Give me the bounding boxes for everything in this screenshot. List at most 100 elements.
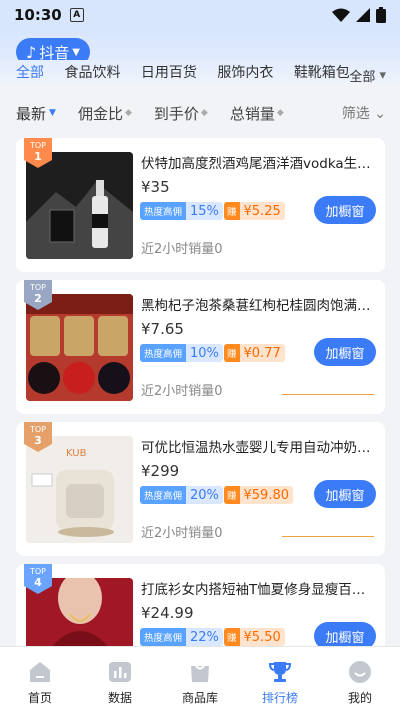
sim-icon: A xyxy=(69,8,84,22)
product-image xyxy=(26,152,133,259)
tab-data[interactable]: 数据 xyxy=(80,647,160,712)
category-tab[interactable]: 服饰内衣 xyxy=(217,62,273,82)
chevron-down-icon: ▼ xyxy=(72,46,80,58)
add-to-showcase-button[interactable]: 加橱窗 xyxy=(314,338,376,366)
rank-label: TOP xyxy=(29,141,46,150)
filter-label: 筛选 xyxy=(341,106,370,122)
tiktok-icon: ♪ xyxy=(26,42,37,62)
product-title: 可优比恒温热水壶婴儿专用自动冲奶机台式 xyxy=(141,440,377,456)
product-card[interactable]: TOP 1 伏特加高度烈酒鸡尾酒洋酒vodka生命之水 ¥35 热度高佣 15% … xyxy=(16,138,385,272)
sort-arrow-icon: ▼ xyxy=(49,108,56,118)
recent-sales: 近2小时销量0 xyxy=(141,242,223,257)
product-price: ¥24.99 xyxy=(141,604,194,622)
earn-tag: 赚 ¥0.77 xyxy=(224,344,285,362)
bottom-tab-bar: 首页 数据 商品库 排行榜 我的 xyxy=(0,646,400,712)
signal-icon xyxy=(356,8,370,22)
category-tab[interactable]: 食品饮料 xyxy=(64,62,120,82)
rank-badge: TOP 2 xyxy=(24,280,52,310)
sort-arrival-price[interactable]: 到手价 ◆ xyxy=(154,103,208,124)
sort-latest-label: 最新 xyxy=(16,104,47,123)
rank-number: 1 xyxy=(34,150,42,163)
svg-text:KUB: KUB xyxy=(66,448,87,459)
commission-tag: 热度高佣 15% xyxy=(140,202,223,220)
battery-icon xyxy=(376,7,386,23)
product-card[interactable]: TOP 4 打底衫女内搭短袖T恤夏修身显瘦百搭女装 ¥24.99 热度高佣 22%… xyxy=(16,564,385,654)
earn-tag-label: 赚 xyxy=(224,344,240,362)
sort-bar: 最新 ▼ 佣金比 ◆ 到手价 ◆ 总销量 ◆ 筛选 ⌄ xyxy=(0,92,400,134)
product-title: 伏特加高度烈酒鸡尾酒洋酒vodka生命之水 xyxy=(141,156,377,172)
tab-home[interactable]: 首页 xyxy=(0,647,80,712)
commission-rate: 15% xyxy=(190,203,219,219)
earn-amount: ¥0.77 xyxy=(243,345,281,361)
product-image: KUB xyxy=(26,436,133,543)
product-title: 黑枸杞子泡茶桑葚红枸杞桂圆肉饱满晾晒 xyxy=(141,298,377,314)
commission-tag: 热度高佣 10% xyxy=(140,344,223,362)
earn-tag: 赚 ¥59.80 xyxy=(224,486,294,504)
earn-amount: ¥5.50 xyxy=(243,629,281,645)
sort-toggle-icon: ◆ xyxy=(276,108,284,118)
sort-toggle-icon: ◆ xyxy=(200,108,208,118)
sort-commission-label: 佣金比 xyxy=(77,104,123,123)
rank-number: 3 xyxy=(34,434,42,447)
bag-icon xyxy=(187,659,213,685)
smile-icon xyxy=(347,659,373,685)
sort-total-sales[interactable]: 总销量 ◆ xyxy=(230,103,284,124)
rank-badge: TOP 3 xyxy=(24,422,52,452)
filter-button[interactable]: 筛选 ⌄ xyxy=(342,103,386,123)
tab-data-label: 数据 xyxy=(107,691,132,705)
earn-tag-label: 赚 xyxy=(224,202,240,220)
rank-label: TOP xyxy=(29,425,46,434)
commission-rate: 10% xyxy=(190,345,219,361)
sort-sales-label: 总销量 xyxy=(229,104,275,123)
wifi-icon xyxy=(332,8,350,22)
product-price: ¥35 xyxy=(141,178,170,196)
rank-number: 2 xyxy=(34,292,42,305)
sales-progress-line xyxy=(282,536,374,537)
recent-sales: 近2小时销量0 xyxy=(141,526,223,541)
commission-tag-label: 热度高佣 xyxy=(140,486,187,504)
earn-amount: ¥5.25 xyxy=(243,203,281,219)
status-time: 10:30 xyxy=(14,6,62,24)
earn-tag: 赚 ¥5.50 xyxy=(224,628,285,646)
category-tab[interactable]: 全部 xyxy=(16,62,44,82)
tab-ranking[interactable]: 排行榜 xyxy=(240,647,320,712)
rank-label: TOP xyxy=(29,283,46,292)
commission-tag-label: 热度高佣 xyxy=(140,202,187,220)
sort-commission[interactable]: 佣金比 ◆ xyxy=(78,103,132,124)
sales-progress-line xyxy=(282,394,374,395)
earn-tag: 赚 ¥5.25 xyxy=(224,202,285,220)
commission-tag: 热度高佣 20% xyxy=(140,486,223,504)
rank-badge: TOP 1 xyxy=(24,138,52,168)
category-tab[interactable]: 日用百货 xyxy=(141,62,197,82)
add-to-showcase-button[interactable]: 加橱窗 xyxy=(314,196,376,224)
trophy-icon xyxy=(267,659,293,685)
product-card[interactable]: TOP 2 黑枸杞子泡茶桑葚红枸杞桂圆肉饱满晾晒 ¥7.65 热度高佣 10% 赚… xyxy=(16,280,385,414)
chevron-down-icon: ⌄ xyxy=(374,106,386,122)
commission-rate: 22% xyxy=(190,629,219,645)
recent-sales: 近2小时销量0 xyxy=(141,384,223,399)
product-price: ¥299 xyxy=(141,462,180,480)
rank-badge: TOP 4 xyxy=(24,564,52,594)
product-price: ¥7.65 xyxy=(141,320,184,338)
earn-tag-label: 赚 xyxy=(224,486,240,504)
tab-mine[interactable]: 我的 xyxy=(320,647,400,712)
earn-amount: ¥59.80 xyxy=(243,487,290,503)
status-bar: 10:30 A xyxy=(0,0,400,30)
home-icon xyxy=(27,659,53,685)
product-image xyxy=(26,294,133,401)
commission-tag: 热度高佣 22% xyxy=(140,628,223,646)
tab-mine-label: 我的 xyxy=(347,691,372,705)
rank-number: 4 xyxy=(34,576,42,589)
product-card[interactable]: KUB TOP 3 可优比恒温热水壶婴儿专用自动冲奶机台式 ¥299 热度高佣 2… xyxy=(16,422,385,556)
tab-product-library[interactable]: 商品库 xyxy=(160,647,240,712)
tab-home-label: 首页 xyxy=(27,691,52,705)
bar-chart-icon xyxy=(107,659,133,685)
sort-toggle-icon: ◆ xyxy=(124,108,132,118)
add-to-showcase-button[interactable]: 加橱窗 xyxy=(314,480,376,508)
commission-tag-label: 热度高佣 xyxy=(140,344,187,362)
sort-latest[interactable]: 最新 ▼ xyxy=(16,103,56,124)
commission-rate: 20% xyxy=(190,487,219,503)
product-title: 打底衫女内搭短袖T恤夏修身显瘦百搭女装 xyxy=(141,582,377,598)
category-more-button[interactable]: 全部 ▾ xyxy=(333,64,386,84)
category-more-label: 全部 xyxy=(349,70,376,84)
